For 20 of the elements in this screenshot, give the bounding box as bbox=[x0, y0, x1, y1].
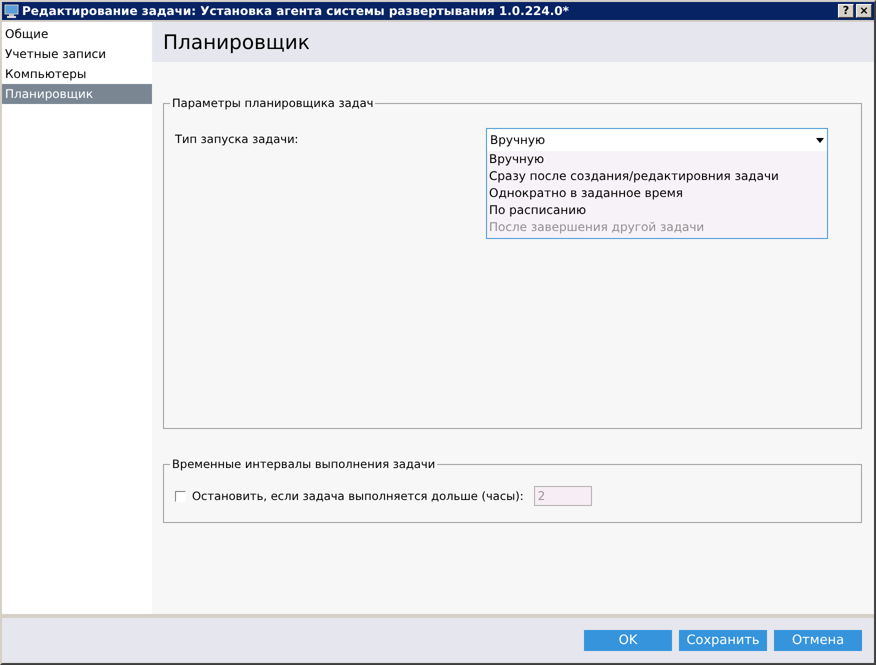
dropdown-option[interactable]: Вручную bbox=[489, 151, 827, 168]
sidebar-item[interactable]: Общие bbox=[2, 24, 152, 44]
sidebar-item[interactable]: Планировщик bbox=[2, 84, 152, 104]
dropdown-option[interactable]: Однократно в заданное время bbox=[489, 185, 827, 202]
dropdown[interactable]: Вручную bbox=[486, 128, 828, 152]
help-button[interactable]: ? bbox=[838, 4, 854, 18]
close-button[interactable]: × bbox=[856, 4, 872, 18]
group-title: Параметры планировщика задач bbox=[170, 96, 376, 110]
page-title: Планировщик bbox=[152, 22, 874, 62]
checkbox[interactable] bbox=[175, 490, 186, 502]
field-label: Тип запуска задачи: bbox=[175, 131, 300, 148]
sidebar-item[interactable]: Компьютеры bbox=[2, 64, 152, 84]
caret-icon bbox=[816, 138, 824, 142]
sidebar-item[interactable]: Учетные записи bbox=[2, 44, 152, 64]
dropdown-option[interactable]: По расписанию bbox=[489, 202, 827, 219]
group-title: Временные интервалы выполнения задачи bbox=[170, 457, 438, 471]
window-title: Редактирование задачи: Установка агента системы развертывания 1.0.224.0* bbox=[22, 4, 570, 18]
dropdown-option[interactable]: Сразу после создания/редактировния задачи bbox=[489, 168, 827, 185]
monitor-icon bbox=[4, 4, 19, 18]
checkbox-label: Остановить, если задача выполняется дольше (часы): bbox=[192, 489, 524, 503]
